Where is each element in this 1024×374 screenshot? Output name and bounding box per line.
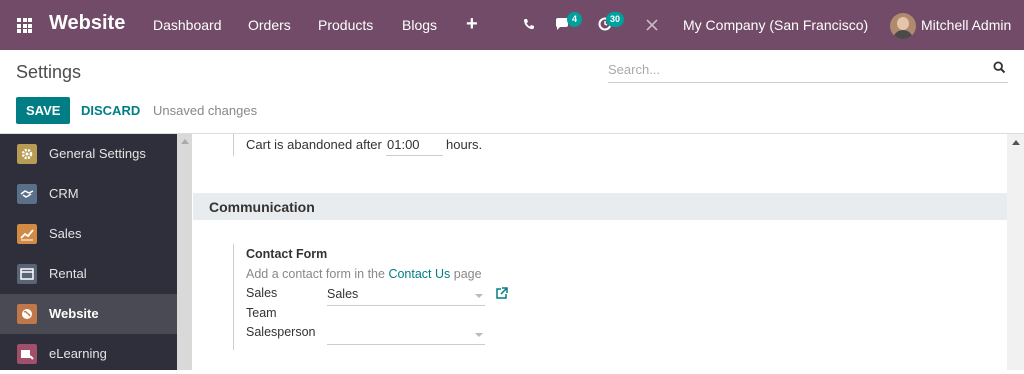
- contact-form-title: Contact Form: [246, 247, 328, 261]
- section-title: Communication: [209, 199, 315, 215]
- sidebar-item-label: eLearning: [49, 346, 107, 361]
- cart-abandoned-unit: hours.: [446, 137, 483, 152]
- sidebar-item-sales[interactable]: Sales: [0, 214, 177, 254]
- description-text: Add a contact form in the: [246, 267, 385, 281]
- apps-menu-icon[interactable]: [17, 18, 32, 33]
- divider: [233, 134, 234, 156]
- save-button[interactable]: SAVE: [16, 97, 71, 124]
- globe-icon: [17, 304, 37, 324]
- handshake-icon: [17, 184, 37, 204]
- sales-team-label: Team: [246, 306, 277, 320]
- content-scrollbar[interactable]: [1007, 134, 1024, 370]
- sidebar-item-crm[interactable]: CRM: [0, 174, 177, 214]
- sales-team-select[interactable]: Sales: [327, 285, 485, 306]
- sales-team-value: Sales: [327, 287, 359, 301]
- unsaved-changes-status: Unsaved changes: [153, 103, 258, 118]
- nav-dashboard[interactable]: Dashboard: [153, 17, 222, 33]
- salesperson-label: Salesperson: [246, 325, 316, 339]
- debug-tools-icon[interactable]: [646, 19, 658, 31]
- page-title: Settings: [16, 62, 82, 82]
- section-header: [193, 193, 1007, 220]
- contact-us-link[interactable]: Contact Us: [388, 267, 450, 281]
- top-navbar: Website Dashboard Orders Products Blogs …: [0, 0, 1024, 50]
- contact-form-description: Add a contact form in the Contact Us pag…: [246, 267, 482, 281]
- nav-plus-button[interactable]: +: [466, 13, 478, 36]
- sidebar-item-label: General Settings: [49, 146, 146, 161]
- scroll-up-icon[interactable]: [181, 139, 189, 144]
- sidebar-scrollbar[interactable]: [177, 134, 192, 370]
- sidebar-item-rental[interactable]: Rental: [0, 254, 177, 294]
- sidebar-item-elearning[interactable]: eLearning: [0, 334, 177, 374]
- sidebar-item-label: CRM: [49, 186, 79, 201]
- sidebar-item-website[interactable]: Website: [0, 294, 177, 334]
- sidebar-item-label: Website: [49, 306, 99, 321]
- search-icon[interactable]: [993, 61, 1006, 74]
- gear-icon: [17, 144, 37, 164]
- sidebar-item-label: Sales: [49, 226, 82, 241]
- salesperson-select[interactable]: [327, 324, 485, 345]
- rental-icon: [17, 264, 37, 284]
- chevron-down-icon[interactable]: [475, 294, 483, 298]
- scroll-up-icon[interactable]: [1012, 140, 1020, 145]
- discard-button[interactable]: DISCARD: [81, 103, 140, 118]
- description-text: page: [453, 267, 482, 281]
- cart-abandoned-input[interactable]: [386, 134, 443, 156]
- chart-icon: [17, 224, 37, 244]
- external-link-icon[interactable]: [495, 287, 508, 300]
- nav-blogs[interactable]: Blogs: [402, 17, 437, 33]
- phone-icon[interactable]: [523, 18, 535, 30]
- user-menu[interactable]: Mitchell Admin: [921, 17, 1011, 33]
- divider: [233, 244, 234, 350]
- search-box: [608, 58, 1008, 83]
- nav-orders[interactable]: Orders: [248, 17, 291, 33]
- chevron-down-icon[interactable]: [475, 333, 483, 337]
- search-input[interactable]: [608, 58, 978, 80]
- user-avatar[interactable]: [890, 13, 916, 39]
- activities-count-badge: 30: [606, 12, 625, 27]
- company-switcher[interactable]: My Company (San Francisco): [683, 17, 868, 33]
- sidebar-item-label: Rental: [49, 266, 87, 281]
- sidebar-item-general-settings[interactable]: General Settings: [0, 134, 177, 174]
- messages-count-badge: 4: [567, 12, 582, 27]
- nav-products[interactable]: Products: [318, 17, 373, 33]
- cart-abandoned-label: Cart is abandoned after: [246, 137, 382, 152]
- app-brand[interactable]: Website: [49, 12, 125, 35]
- sales-team-label: Sales: [246, 286, 278, 300]
- elearning-icon: [17, 344, 37, 364]
- settings-sidebar: General Settings CRM Sales Rental Websit…: [0, 134, 177, 370]
